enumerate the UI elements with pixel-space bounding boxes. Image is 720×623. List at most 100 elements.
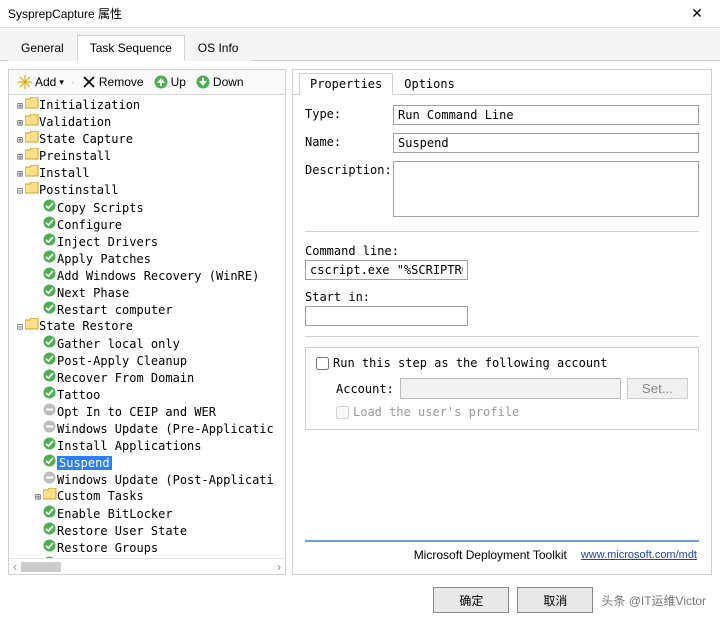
tree-item[interactable]: Restore User State [11, 522, 285, 539]
name-field[interactable] [393, 133, 699, 153]
add-label: Add [35, 75, 56, 89]
tree-item[interactable]: Suspend [11, 454, 285, 471]
type-field [393, 105, 699, 125]
down-button[interactable]: Down [193, 74, 247, 90]
tree-item-label: Restore User State [57, 524, 187, 538]
name-label: Name: [305, 133, 385, 149]
tree-item[interactable]: Windows Update (Post-Applicati [11, 471, 285, 488]
tree-item-label: Add Windows Recovery (WinRE) [57, 269, 259, 283]
cmdline-field[interactable] [305, 260, 468, 280]
tree-folder[interactable]: ⊞Install [11, 165, 285, 182]
tree-folder[interactable]: ⊟ Postinstall [11, 182, 285, 199]
tree-item-label: Recover From Domain [57, 371, 194, 385]
tree-item[interactable]: Opt In to CEIP and WER [11, 403, 285, 420]
tree-item[interactable]: Gather local only [11, 335, 285, 352]
folder-icon [25, 97, 39, 113]
plus-icon[interactable]: ⊞ [15, 116, 25, 131]
scroll-thumb[interactable] [21, 562, 61, 572]
plus-icon[interactable]: ⊞ [15, 99, 25, 114]
tree-item[interactable]: Restore Groups [11, 539, 285, 556]
main-tabs: General Task Sequence OS Info [0, 28, 720, 61]
tree-item-label: Restore Groups [57, 541, 158, 555]
brand-link[interactable]: www.microsoft.com/mdt [581, 549, 697, 561]
x-icon [82, 75, 96, 89]
up-icon [154, 75, 168, 89]
cancel-button[interactable]: 取消 [517, 587, 593, 613]
minus-icon[interactable]: ⊟ [15, 184, 25, 199]
tree-item[interactable]: Restart computer [11, 301, 285, 318]
tree-item[interactable]: Copy Scripts [11, 199, 285, 216]
add-button[interactable]: Add ▾ [15, 74, 67, 90]
check-icon [43, 267, 57, 284]
tree-item[interactable]: Post-Apply Cleanup [11, 352, 285, 369]
tree-folder[interactable]: ⊞ Validation [11, 114, 285, 131]
down-label: Down [213, 75, 244, 89]
folder-icon [25, 131, 39, 147]
tree-item[interactable]: Install Applications [11, 437, 285, 454]
tab-os-info[interactable]: OS Info [185, 35, 252, 61]
minus-icon[interactable]: ⊟ [15, 320, 25, 335]
tree-item-label: Validation [39, 115, 111, 129]
tree-item[interactable]: Recover From Domain [11, 369, 285, 386]
plus-icon[interactable]: ⊞ [15, 167, 25, 182]
tree-folder[interactable]: ⊞Initialization [11, 97, 285, 114]
tree-item[interactable]: Inject Drivers [11, 233, 285, 250]
description-field[interactable] [393, 161, 699, 217]
tree-item-label: Inject Drivers [57, 235, 158, 249]
chevron-down-icon: ▾ [59, 77, 64, 88]
tree-item[interactable]: Tattoo [11, 386, 285, 403]
tab-task-sequence[interactable]: Task Sequence [77, 35, 185, 61]
plus-icon[interactable]: ⊞ [15, 133, 25, 148]
tree-item-label: Custom Tasks [57, 489, 144, 503]
check-icon [43, 301, 57, 318]
close-icon[interactable]: ✕ [682, 5, 712, 22]
check-icon [43, 386, 57, 403]
tree-item-label: Windows Update (Pre-Applicatic [57, 422, 274, 436]
scroll-right-icon[interactable]: › [277, 560, 281, 574]
tree-item-label: Gather local only [57, 337, 180, 351]
subtab-options[interactable]: Options [393, 73, 466, 95]
tree-item[interactable]: Configure [11, 216, 285, 233]
horizontal-scrollbar[interactable]: ‹ › [9, 558, 285, 574]
load-profile-checkbox: Load the user's profile [336, 405, 688, 419]
remove-button[interactable]: Remove [79, 74, 147, 90]
tree-item[interactable]: Enable BitLocker [11, 505, 285, 522]
up-button[interactable]: Up [151, 74, 189, 90]
runas-checkbox-input[interactable] [316, 357, 329, 370]
startin-label: Start in: [305, 288, 370, 304]
tab-general[interactable]: General [8, 35, 77, 61]
subtab-properties[interactable]: Properties [299, 73, 393, 95]
account-field [400, 378, 621, 399]
startin-field[interactable] [305, 306, 468, 326]
task-sequence-tree[interactable]: ⊞Initialization⊞Validation⊞State Capture… [9, 95, 285, 558]
plus-icon[interactable]: ⊞ [33, 490, 43, 505]
scroll-left-icon[interactable]: ‹ [13, 560, 17, 574]
star-icon [18, 75, 32, 89]
disabled-icon [43, 471, 57, 488]
tree-item[interactable]: Add Windows Recovery (WinRE) [11, 267, 285, 284]
tree-folder[interactable]: ⊞ State Capture [11, 131, 285, 148]
runas-checkbox[interactable]: Run this step as the following account [316, 356, 688, 370]
description-label: Description: [305, 161, 385, 177]
tree-folder[interactable]: ⊞Preinstall [11, 148, 285, 165]
ok-button[interactable]: 确定 [433, 587, 509, 613]
load-profile-input [336, 406, 349, 419]
tree-item-label: State Capture [39, 132, 133, 146]
tree-folder[interactable]: ⊞ Custom Tasks [11, 488, 285, 505]
tree-item[interactable]: Windows Update (Pre-Applicatic [11, 420, 285, 437]
account-label: Account: [336, 382, 394, 396]
tree-item-label: Configure [57, 218, 122, 232]
tree-item[interactable]: Apply Patches [11, 250, 285, 267]
tree-folder[interactable]: ⊟ State Restore [11, 318, 285, 335]
tree-item[interactable]: Next Phase [11, 284, 285, 301]
tree-item-label: State Restore [39, 319, 133, 333]
folder-icon [25, 182, 39, 198]
check-icon [43, 335, 57, 352]
check-icon [43, 352, 57, 369]
plus-icon[interactable]: ⊞ [15, 150, 25, 165]
folder-icon [25, 114, 39, 130]
check-icon [43, 454, 57, 471]
tree-item-label: Postinstall [39, 183, 118, 197]
tree-item-label: Next Phase [57, 286, 129, 300]
tree-item-label: Windows Update (Post-Applicati [57, 473, 274, 487]
